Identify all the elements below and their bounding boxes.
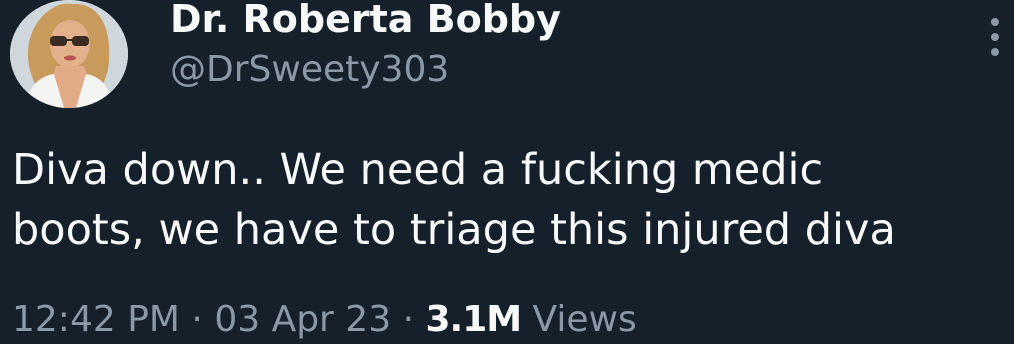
more-vertical-icon xyxy=(991,48,999,56)
tweet-metadata: 12:42 PM · 03 Apr 23 · 3.1M Views xyxy=(12,296,637,344)
more-options-button[interactable] xyxy=(980,12,1010,62)
tweet-text-line: boots, we have to triage this injured di… xyxy=(12,205,896,255)
more-vertical-icon xyxy=(991,33,999,41)
display-name[interactable]: Dr. Roberta Bobby xyxy=(170,0,561,42)
tweet-text: Diva down.. We need a fucking medic boot… xyxy=(12,140,1012,260)
tweet-date[interactable]: 03 Apr 23 xyxy=(214,299,391,340)
more-vertical-icon xyxy=(991,18,999,26)
meta-separator: · xyxy=(402,299,415,340)
user-handle[interactable]: @DrSweety303 xyxy=(170,48,449,92)
views-count[interactable]: 3.1M xyxy=(425,299,522,340)
tweet-time[interactable]: 12:42 PM xyxy=(12,299,180,340)
avatar[interactable] xyxy=(10,0,128,108)
avatar-image xyxy=(10,0,128,108)
meta-separator: · xyxy=(191,299,203,340)
views-label[interactable]: Views xyxy=(533,299,637,340)
tweet-text-line: Diva down.. We need a fucking medic xyxy=(12,145,824,195)
